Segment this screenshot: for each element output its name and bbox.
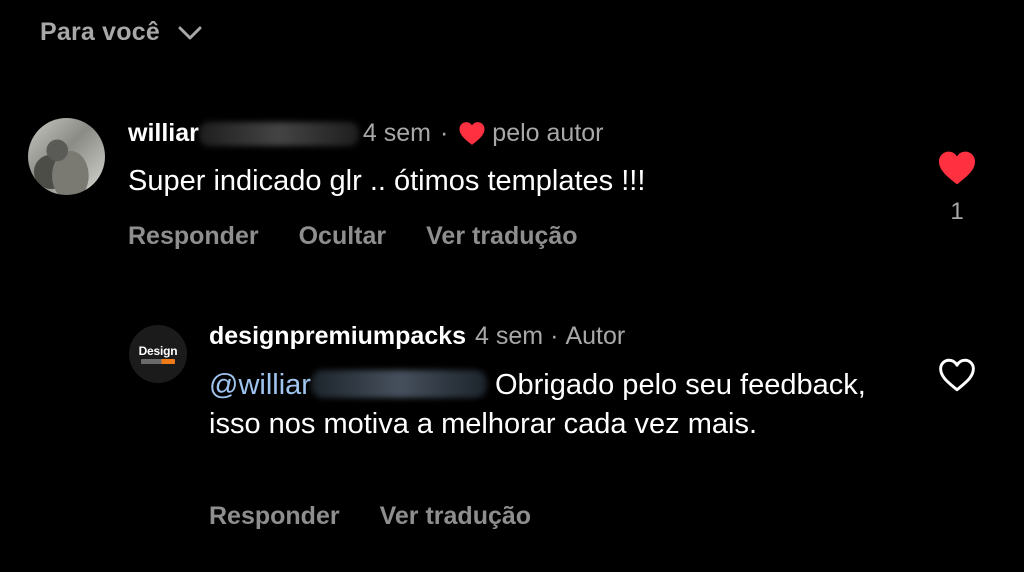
- redacted-mention-blur: [310, 370, 487, 398]
- comment-meta: williar 4 sem · pelo autor: [128, 119, 604, 148]
- heart-filled-icon: [939, 151, 975, 185]
- comment-like-button[interactable]: 1: [937, 150, 977, 226]
- author-badge: Autor: [565, 322, 626, 350]
- reply-like-button[interactable]: [937, 357, 977, 393]
- commenter-avatar[interactable]: [28, 118, 105, 195]
- reply-button[interactable]: Responder: [128, 222, 259, 251]
- avatar-logo-bar: [141, 358, 175, 364]
- reply-meta: designpremiumpacks 4 sem · Autor: [209, 322, 625, 351]
- see-translation-button[interactable]: Ver tradução: [380, 502, 531, 531]
- heart-outline-icon: [939, 358, 975, 392]
- hide-button[interactable]: Ocultar: [299, 222, 387, 251]
- reply-button[interactable]: Responder: [209, 502, 340, 531]
- commenter-username[interactable]: williar: [128, 119, 199, 148]
- author-avatar[interactable]: Design: [129, 325, 187, 383]
- comment-sort-dropdown[interactable]: Para você: [40, 18, 202, 47]
- chevron-down-icon: [178, 26, 202, 39]
- sort-label: Para você: [40, 18, 160, 46]
- reply-actions: Responder Ver tradução: [209, 502, 531, 531]
- redacted-username-blur: [198, 121, 359, 146]
- comment-text: Super indicado glr .. ótimos templates !…: [128, 165, 646, 197]
- comment-actions: Responder Ocultar Ver tradução: [128, 222, 578, 251]
- see-translation-button[interactable]: Ver tradução: [426, 222, 577, 251]
- mention-link[interactable]: @williar: [209, 369, 311, 401]
- reply-text-block: @williar Obrigado pelo seu feedback, isso…: [209, 366, 909, 444]
- author-username[interactable]: designpremiumpacks: [209, 322, 466, 351]
- meta-separator: ·: [439, 119, 449, 147]
- liked-by-author-heart-icon: [459, 122, 485, 145]
- reply-time: 4 sem: [475, 322, 544, 350]
- meta-separator: ·: [550, 322, 559, 350]
- avatar-logo-text: Design: [138, 343, 178, 358]
- like-count: 1: [950, 198, 964, 225]
- comment-time: 4 sem: [362, 119, 431, 147]
- liked-by-author-label: pelo autor: [492, 119, 604, 147]
